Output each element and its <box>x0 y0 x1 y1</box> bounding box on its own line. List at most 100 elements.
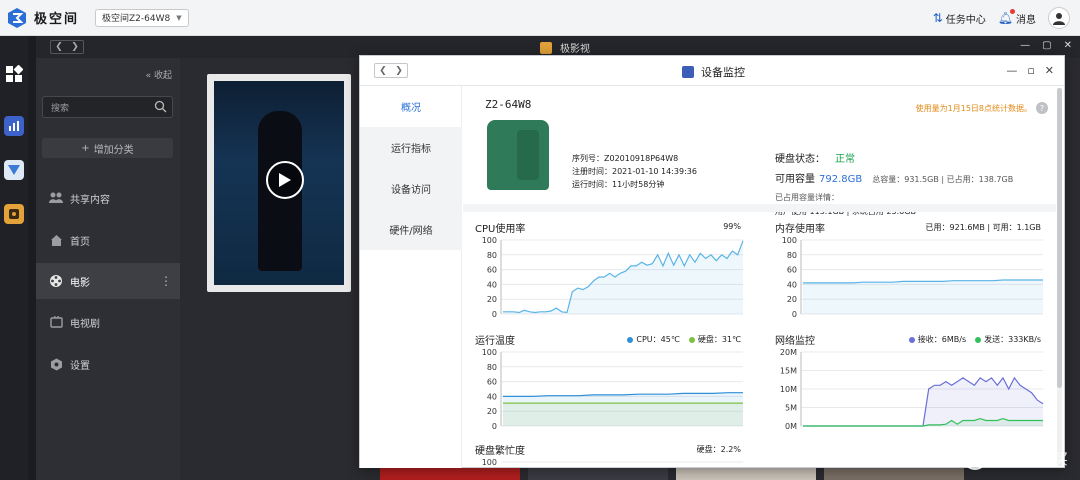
top-right-actions: ⇅ 任务中心 🔔︎ 消息 <box>933 0 1070 36</box>
sidebar-item-home[interactable]: 首页 <box>36 222 180 258</box>
add-category-button[interactable]: + 增加分类 <box>42 138 173 158</box>
notification-dot <box>1010 9 1015 14</box>
close-icon[interactable]: ✕ <box>1064 40 1072 51</box>
y-tick-label: 15M <box>780 367 797 376</box>
legend-cpu: CPU：45℃ <box>636 335 680 344</box>
dashboard-icon[interactable] <box>4 64 24 84</box>
tab-hardware-network[interactable]: 硬件/网络 <box>360 209 462 250</box>
series-area <box>803 280 1043 314</box>
home-icon <box>49 233 63 247</box>
logo-icon <box>8 7 26 28</box>
tab-device-access[interactable]: 设备访问 <box>360 168 462 209</box>
legend-dot-send <box>975 336 982 343</box>
y-tick-label: 80 <box>487 363 497 372</box>
app-dock <box>0 36 28 480</box>
y-tick-label: 20 <box>487 295 497 304</box>
more-vertical-icon[interactable]: ⋮ <box>160 274 172 288</box>
used-detail-label: 已占用容量详情： <box>775 193 839 202</box>
back-icon[interactable]: ❮ <box>375 64 391 77</box>
dialog-title-label: 设备监控 <box>701 66 745 79</box>
bell-icon: 🔔︎ <box>997 9 1015 25</box>
movie-poster-image <box>214 81 344 285</box>
total-info: 总容量：931.5GB | 已占用：138.7GB <box>872 175 1014 184</box>
memory-chart: 100 80 60 40 20 0 <box>782 236 1043 319</box>
play-icon[interactable] <box>266 161 304 199</box>
task-center-label: 任务中心 <box>945 14 986 26</box>
y-tick-label: 60 <box>787 266 797 275</box>
y-tick-label: 40 <box>787 280 797 289</box>
close-icon[interactable]: ✕ <box>1045 64 1054 77</box>
available-label: 可用容量 <box>775 174 815 185</box>
device-monitor-icon[interactable] <box>4 116 24 136</box>
task-center-icon: ⇅ <box>932 11 943 25</box>
device-select[interactable]: 极空间Z2-64W8 ▼ <box>95 8 189 27</box>
video-app-icon[interactable] <box>4 204 24 224</box>
capacity: 可用容量 792.8GB 总容量：931.5GB | 已占用：138.7GB <box>775 170 1013 185</box>
sidebar-item-label: 电视剧 <box>70 318 100 330</box>
sidebar-item-movies[interactable]: 电影 ⋮ <box>36 263 180 299</box>
search-placeholder: 搜索 <box>51 103 70 114</box>
back-icon[interactable]: ❮ <box>51 41 67 53</box>
disk-busy-value: 硬盘：2.2% <box>696 445 741 454</box>
y-tick-label: 100 <box>482 236 497 245</box>
legend-send: 发送：333KB/s <box>984 335 1041 344</box>
plus-icon: + <box>81 142 90 154</box>
dialog-scrollbar[interactable] <box>1057 88 1062 466</box>
y-tick-label: 10M <box>780 385 797 394</box>
tab-metrics[interactable]: 运行指标 <box>360 127 462 168</box>
temperature-legend: CPU：45℃ 硬盘：31℃ <box>627 334 741 345</box>
disk-status: 硬盘状态： 正常 <box>775 150 855 165</box>
legend-recv: 接收：6MB/s <box>917 335 967 344</box>
network-title: 网络监控 <box>775 336 815 347</box>
network-legend: 接收：6MB/s 发送：333KB/s <box>908 334 1041 345</box>
device-monitor-dialog: ❮ ❯ 设备监控 — ▫ ✕ 概况 运行指标 设备访问 硬件/网络 Z2-64W… <box>359 55 1065 468</box>
double-chevron-left-icon: « <box>145 71 152 81</box>
sidebar-item-label: 设置 <box>70 360 90 372</box>
top-bar: 极空间 极空间Z2-64W8 ▼ ⇅ 任务中心 🔔︎ 消息 <box>0 0 1080 36</box>
minimize-icon[interactable]: — <box>1006 64 1017 77</box>
film-icon <box>49 274 63 288</box>
uptime-value: 11小时58分钟 <box>612 180 665 189</box>
mail-app-icon[interactable] <box>4 160 24 180</box>
y-tick-label: 100 <box>482 458 497 467</box>
y-tick-label: 20M <box>780 348 797 357</box>
temperature-chart: 100 80 60 40 20 0 <box>482 348 743 431</box>
device-info: 序列号：Z02010918P64W8 注册时间：2021-01-10 14:39… <box>572 152 697 191</box>
avatar[interactable] <box>1048 7 1070 29</box>
sidebar-item-tv[interactable]: 电视剧 <box>36 304 180 340</box>
app-logo: 极空间 <box>8 7 79 28</box>
maximize-icon[interactable]: ▢ <box>1042 40 1051 51</box>
video-app-title-label: 极影视 <box>560 44 590 55</box>
share-icon <box>49 191 63 205</box>
task-center-button[interactable]: ⇅ 任务中心 <box>933 11 986 26</box>
dialog-title: 设备监控 <box>682 64 745 80</box>
available-value: 792.8GB <box>819 174 863 185</box>
series-area <box>503 240 743 314</box>
scrollbar-thumb[interactable] <box>1057 88 1062 388</box>
settings-icon <box>49 357 63 371</box>
tab-overview[interactable]: 概况 <box>360 86 462 127</box>
y-tick-label: 0 <box>492 422 497 431</box>
collapse-button[interactable]: « 收起 <box>146 68 172 81</box>
dialog-titlebar: ❮ ❯ 设备监控 — ▫ ✕ <box>360 56 1064 86</box>
y-tick-label: 0 <box>492 310 497 319</box>
movie-poster-card[interactable] <box>207 74 351 292</box>
y-tick-label: 80 <box>487 251 497 260</box>
minimize-icon[interactable]: — <box>1020 40 1030 51</box>
forward-icon[interactable]: ❯ <box>67 41 83 53</box>
y-tick-label: 100 <box>482 348 497 357</box>
sidebar-item-settings[interactable]: 设置 <box>36 346 180 382</box>
maximize-icon[interactable]: ▫ <box>1027 64 1034 77</box>
search-icon[interactable] <box>154 100 167 116</box>
serial-label: 序列号： <box>572 154 604 163</box>
sidebar-item-shared[interactable]: 共享内容 <box>36 180 180 216</box>
help-icon[interactable]: ? <box>1036 102 1048 114</box>
search-input[interactable]: 搜索 <box>42 96 173 118</box>
messages-button[interactable]: 🔔︎ 消息 <box>997 9 1036 26</box>
forward-icon[interactable]: ❯ <box>391 64 407 77</box>
video-app-title: 极影视 <box>540 40 590 55</box>
video-app-nav: ❮ ❯ <box>50 40 84 54</box>
usage-notice: 使用量为1月15日8点统计数据。 ? <box>916 102 1048 114</box>
legend-dot-cpu <box>627 336 634 343</box>
chevron-down-icon: ▼ <box>176 13 182 22</box>
